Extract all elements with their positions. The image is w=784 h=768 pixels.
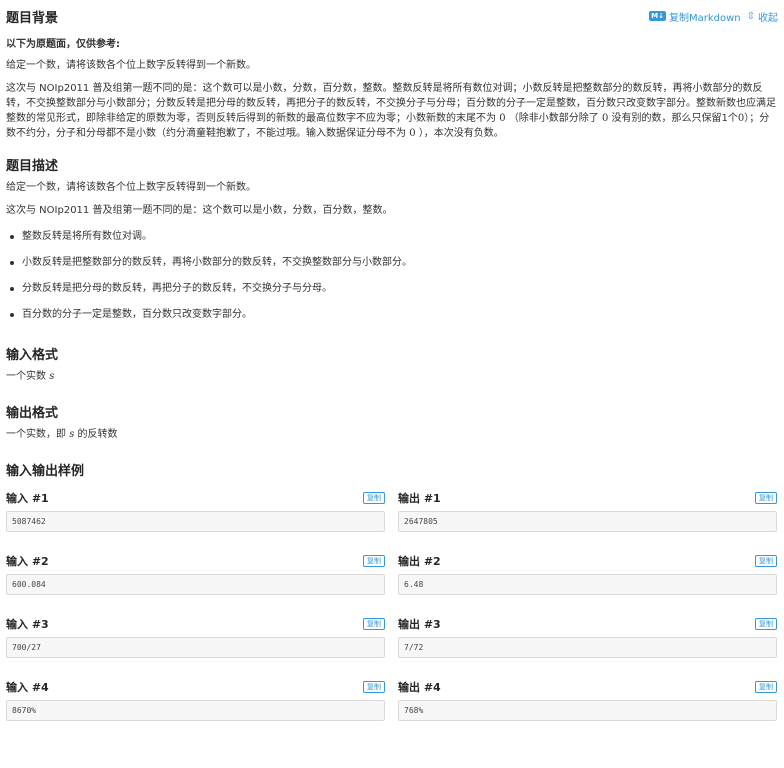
toolbar: M↓ 复制Markdown ⇳ 收起 [649,9,778,24]
sample-output-box[interactable]: 6.48 [398,574,777,595]
sample-output-label: 输出 #2 [398,555,441,568]
background-detail-line: （除非小数部分除了 [508,113,599,124]
sample-output-label: 输出 #3 [398,618,441,631]
input-format-text: 一个实数 s [6,369,778,384]
input-format-title: 输入格式 [6,348,59,363]
background-header: 题目背景 M↓ 复制Markdown ⇳ 收起 [6,6,778,26]
sample-output-box[interactable]: 7/72 [398,637,777,658]
sample-output-3: 输出 #3 复制 7/72 [398,617,777,680]
background-intro: 给定一个数，请将该数各个位上数字反转得到一个新数。 [6,60,256,71]
output-format-label: 一个实数，即 [6,429,66,440]
math-zero: 0 [601,113,609,124]
copy-sample-button[interactable]: 复制 [755,681,777,693]
list-item: 整数反转是将所有数位对调。 [6,229,778,244]
collapse-label: 收起 [758,12,778,24]
copy-markdown-button[interactable]: M↓ 复制Markdown [649,9,741,24]
background-detail: 这次与 NOIp2011 普及组第一题不同的是：这个数可以是小数，分数，百分数，… [6,81,778,141]
copy-sample-button[interactable]: 复制 [755,618,777,630]
copy-sample-button[interactable]: 复制 [363,492,385,504]
input-format-label: 一个实数 [6,371,46,382]
sample-input-2: 输入 #2 复制 600.084 [6,554,385,617]
sample-output-4: 输出 #4 复制 768% [398,680,777,743]
background-title: 题目背景 [6,10,59,26]
description-intro: 给定一个数，请将该数各个位上数字反转得到一个新数。 [6,182,256,193]
copy-sample-button[interactable]: 复制 [363,555,385,567]
samples-title: 输入输出样例 [6,464,85,479]
math-var-s: s [49,371,55,382]
sample-input-label: 输入 #4 [6,681,49,694]
sample-input-label: 输入 #1 [6,492,49,505]
copy-sample-button[interactable]: 复制 [363,681,385,693]
math-zero: 0 [409,128,416,139]
sample-output-label: 输出 #4 [398,681,441,694]
background-detail-line: 没有别的 [611,113,652,124]
sample-input-label: 输入 #3 [6,618,49,631]
original-statement-note: 以下为原题面，仅供参考: [6,39,120,50]
list-item: 分数反转是把分母的数反转，再把分子的数反转，不交换分子与分母。 [6,281,778,296]
sample-input-label: 输入 #2 [6,555,49,568]
list-item: 小数反转是把整数部分的数反转，再将小数部分的数反转，不交换整数部分与小数部分。 [6,255,778,270]
samples-grid: 输入 #1 复制 5087462 输出 #1 复制 2647805 输入 #2 复制 … [6,491,778,743]
copy-sample-button[interactable]: 复制 [755,492,777,504]
description-detail: 这次与 NOIp2011 普及组第一题不同的是：这个数可以是小数，分数，百分数，… [6,205,393,216]
copy-sample-button[interactable]: 复制 [755,555,777,567]
sample-output-box[interactable]: 2647805 [398,511,777,532]
description-bullets: 整数反转是将所有数位对调。 小数反转是把整数部分的数反转，再将小数部分的数反转，… [6,229,778,322]
copy-sample-button[interactable]: 复制 [363,618,385,630]
sample-input-box[interactable]: 5087462 [6,511,385,532]
background-detail-line: 这次与 NOIp2011 普及组第一题不同的是：这个数可以是小数，分数，百分数，… [6,83,733,94]
sample-output-2: 输出 #2 复制 6.48 [398,554,777,617]
background-detail-line: 数，那么只保留1个 [651,113,738,124]
sample-input-4: 输入 #4 复制 8670% [6,680,385,743]
sample-input-box[interactable]: 700/27 [6,637,385,658]
copy-markdown-label: 复制Markdown [668,12,741,24]
description-title: 题目描述 [6,159,59,174]
background-detail-line: ），本次没有负数。 [418,128,504,139]
sample-output-label: 输出 #1 [398,492,441,505]
sample-output-box[interactable]: 768% [398,700,777,721]
output-format-suffix: 的反转数 [77,429,118,440]
output-format-title: 输出格式 [6,406,59,421]
math-zero: 0 [499,113,506,124]
markdown-icon: M↓ [649,11,666,21]
math-var-s: s [69,429,75,440]
collapse-icon: ⇳ [746,10,755,22]
sample-input-1: 输入 #1 复制 5087462 [6,491,385,554]
sample-output-1: 输出 #1 复制 2647805 [398,491,777,554]
output-format-text: 一个实数，即 s 的反转数 [6,427,778,442]
sample-input-3: 输入 #3 复制 700/27 [6,617,385,680]
sample-input-box[interactable]: 600.084 [6,574,385,595]
sample-input-box[interactable]: 8670% [6,700,385,721]
collapse-button[interactable]: ⇳ 收起 [747,9,778,24]
problem-page: 题目背景 M↓ 复制Markdown ⇳ 收起 以下为原题面，仅供参考: 给定一… [0,0,784,768]
list-item: 百分数的分子一定是整数，百分数只改变数字部分。 [6,307,778,322]
